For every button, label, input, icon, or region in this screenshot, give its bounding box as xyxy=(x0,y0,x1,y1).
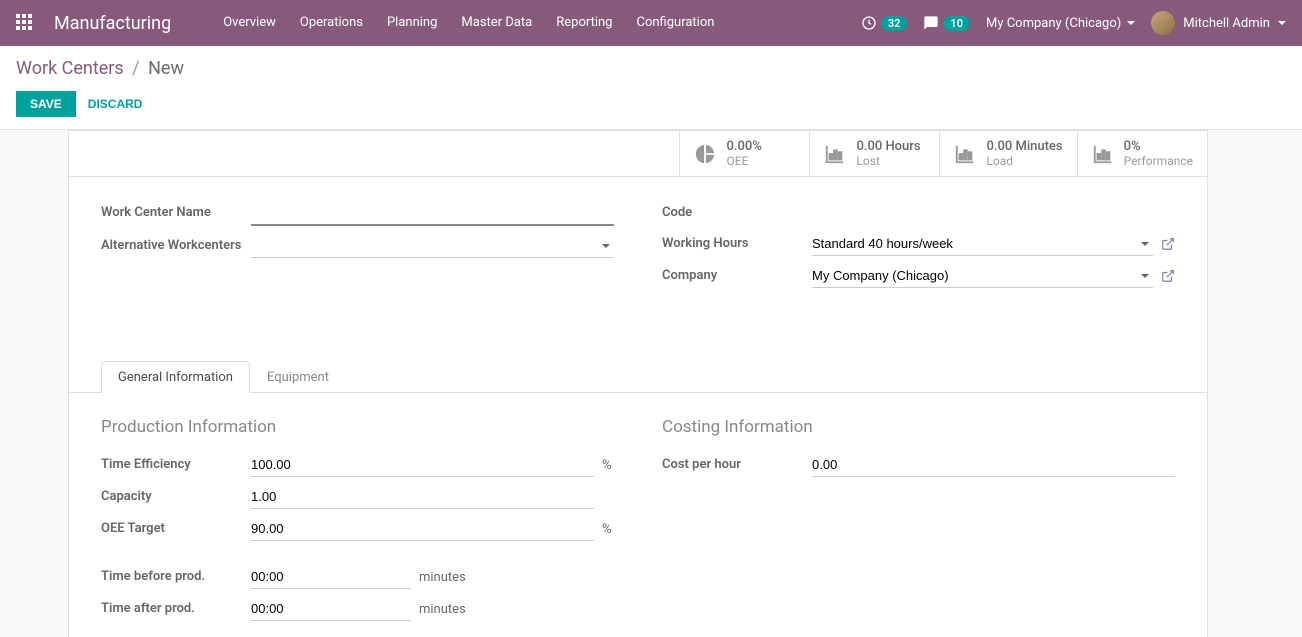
stat-label: OEE xyxy=(726,154,761,168)
control-panel: Work Centers / New Save Discard xyxy=(0,46,1302,130)
topbar-menu: Overview Operations Planning Master Data… xyxy=(211,0,726,46)
topbar-right: 32 10 My Company (Chicago) Mitchell Admi… xyxy=(861,11,1286,35)
company-name: My Company (Chicago) xyxy=(986,16,1121,31)
stat-value: 0.00% xyxy=(726,139,761,154)
apps-menu-icon[interactable] xyxy=(16,14,34,32)
menu-reporting[interactable]: Reporting xyxy=(544,0,624,46)
stat-value: 0.00 Minutes xyxy=(986,139,1062,154)
form-body: Work Center Name Alternative Workcenters xyxy=(69,177,1207,336)
label-oee-target: OEE Target xyxy=(101,517,251,536)
activity-count: 32 xyxy=(881,16,908,31)
working-hours-select[interactable] xyxy=(812,232,1153,256)
breadcrumb-current: New xyxy=(148,58,184,79)
save-button[interactable]: Save xyxy=(16,91,76,117)
stat-performance[interactable]: 0% Performance xyxy=(1077,131,1207,176)
section-costing: Costing Information xyxy=(662,417,1175,437)
menu-master-data[interactable]: Master Data xyxy=(449,0,544,46)
label-time-before: Time before prod. xyxy=(101,565,251,584)
bar-chart-icon xyxy=(824,143,846,165)
clock-icon xyxy=(861,15,877,31)
label-alternative-workcenters: Alternative Workcenters xyxy=(101,234,251,253)
suffix-minutes: minutes xyxy=(419,570,469,585)
company-select[interactable] xyxy=(812,264,1153,288)
external-link-icon[interactable] xyxy=(1161,237,1175,251)
menu-planning[interactable]: Planning xyxy=(375,0,449,46)
pie-chart-icon xyxy=(694,143,716,165)
label-time-after: Time after prod. xyxy=(101,597,251,616)
tab-general-information[interactable]: General Information xyxy=(101,361,250,393)
menu-configuration[interactable]: Configuration xyxy=(624,0,726,46)
topbar: Manufacturing Overview Operations Planni… xyxy=(0,0,1302,46)
discard-button[interactable]: Discard xyxy=(88,97,143,111)
chevron-down-icon xyxy=(1278,21,1286,25)
external-link-icon[interactable] xyxy=(1161,269,1175,283)
form-view: 0.00% OEE 0.00 Hours Lost 0.00 Minutes L… xyxy=(8,130,1302,637)
section-production: Production Information xyxy=(101,417,614,437)
code-input[interactable] xyxy=(812,201,1175,224)
suffix-percent: % xyxy=(602,522,614,537)
capacity-input[interactable] xyxy=(251,485,594,509)
label-company: Company xyxy=(662,264,812,283)
label-work-center-name: Work Center Name xyxy=(101,201,251,220)
time-before-input[interactable] xyxy=(251,565,411,589)
menu-operations[interactable]: Operations xyxy=(288,0,375,46)
company-selector[interactable]: My Company (Chicago) xyxy=(986,16,1135,31)
stat-value: 0% xyxy=(1124,139,1193,154)
activity-indicator[interactable]: 32 xyxy=(861,15,908,31)
stat-buttons: 0.00% OEE 0.00 Hours Lost 0.00 Minutes L… xyxy=(69,131,1207,177)
breadcrumb: Work Centers / New xyxy=(16,58,1286,79)
label-working-hours: Working Hours xyxy=(662,232,812,251)
breadcrumb-separator: / xyxy=(132,58,139,79)
stat-label: Load xyxy=(986,154,1062,168)
suffix-percent: % xyxy=(602,458,614,473)
control-buttons: Save Discard xyxy=(16,91,1286,117)
bar-chart-icon xyxy=(1092,143,1114,165)
label-code: Code xyxy=(662,201,812,220)
label-cost-per-hour: Cost per hour xyxy=(662,453,812,472)
tabs: General Information Equipment xyxy=(69,360,1207,393)
stat-oee[interactable]: 0.00% OEE xyxy=(679,131,809,176)
breadcrumb-parent[interactable]: Work Centers xyxy=(16,58,124,79)
tab-equipment[interactable]: Equipment xyxy=(250,361,346,393)
app-title[interactable]: Manufacturing xyxy=(54,13,171,34)
oee-target-input[interactable] xyxy=(251,517,594,541)
stat-label: Performance xyxy=(1124,154,1193,168)
user-name: Mitchell Admin xyxy=(1183,16,1270,31)
work-center-name-input[interactable] xyxy=(251,201,614,226)
topbar-left: Manufacturing Overview Operations Planni… xyxy=(16,0,726,46)
messaging-indicator[interactable]: 10 xyxy=(923,15,970,31)
alternative-workcenters-input[interactable] xyxy=(251,234,614,258)
stat-label: Lost xyxy=(856,154,920,168)
label-capacity: Capacity xyxy=(101,485,251,504)
messaging-count: 10 xyxy=(943,16,970,31)
stat-load[interactable]: 0.00 Minutes Load xyxy=(939,131,1076,176)
label-time-efficiency: Time Efficiency xyxy=(101,453,251,472)
suffix-minutes: minutes xyxy=(419,602,469,617)
time-efficiency-input[interactable] xyxy=(251,453,594,477)
time-after-input[interactable] xyxy=(251,597,411,621)
cost-per-hour-input[interactable] xyxy=(812,453,1175,477)
bar-chart-icon xyxy=(954,143,976,165)
stat-value: 0.00 Hours xyxy=(856,139,920,154)
chat-icon xyxy=(923,15,939,31)
menu-overview[interactable]: Overview xyxy=(211,0,288,46)
stat-lost[interactable]: 0.00 Hours Lost xyxy=(809,131,939,176)
suffix-blank xyxy=(602,490,614,505)
avatar xyxy=(1151,11,1175,35)
user-menu[interactable]: Mitchell Admin xyxy=(1151,11,1286,35)
form-sheet: 0.00% OEE 0.00 Hours Lost 0.00 Minutes L… xyxy=(68,130,1208,637)
chevron-down-icon xyxy=(1127,21,1135,25)
tab-content: Production Information Time Efficiency %… xyxy=(69,393,1207,637)
